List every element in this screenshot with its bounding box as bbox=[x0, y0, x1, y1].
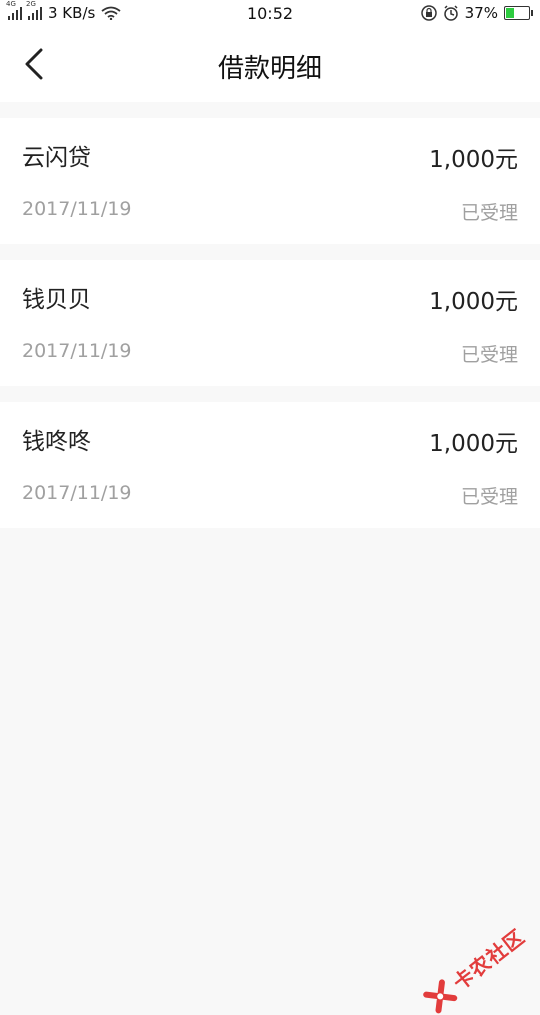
loan-item[interactable]: 钱咚咚 1,000元 2017/11/19 已受理 bbox=[0, 402, 540, 528]
loan-date: 2017/11/19 bbox=[22, 482, 132, 504]
loan-name: 云闪贷 bbox=[22, 145, 91, 171]
loan-status: 已受理 bbox=[460, 202, 518, 224]
loan-name: 钱咚咚 bbox=[22, 429, 91, 455]
battery-fill bbox=[506, 8, 514, 18]
watermark-text: 卡农社区 bbox=[448, 924, 530, 995]
lock-icon bbox=[420, 5, 437, 21]
alarm-icon bbox=[443, 5, 458, 21]
loan-list: 云闪贷 1,000元 2017/11/19 已受理 钱贝贝 1,000元 201… bbox=[0, 118, 540, 544]
nav-bar: 借款明细 bbox=[0, 28, 540, 102]
loan-amount: 1,000元 bbox=[429, 147, 518, 173]
status-bar: 4G 2G 3 KB/s 10:52 37% bbox=[0, 0, 540, 28]
loan-amount: 1,000元 bbox=[429, 431, 518, 457]
loan-item[interactable]: 云闪贷 1,000元 2017/11/19 已受理 bbox=[0, 118, 540, 244]
watermark: 卡农社区 bbox=[421, 921, 530, 1015]
battery-icon bbox=[504, 6, 533, 20]
loan-status: 已受理 bbox=[460, 486, 518, 508]
loan-amount: 1,000元 bbox=[429, 289, 518, 315]
loan-status: 已受理 bbox=[460, 344, 518, 366]
status-right: 37% bbox=[420, 4, 533, 22]
logo-icon bbox=[422, 978, 457, 1014]
loan-name: 钱贝贝 bbox=[22, 287, 91, 313]
battery-percent: 37% bbox=[464, 4, 498, 22]
loan-date: 2017/11/19 bbox=[22, 198, 132, 220]
loan-date: 2017/11/19 bbox=[22, 340, 132, 362]
loan-item[interactable]: 钱贝贝 1,000元 2017/11/19 已受理 bbox=[0, 260, 540, 386]
page-title: 借款明细 bbox=[217, 54, 322, 84]
